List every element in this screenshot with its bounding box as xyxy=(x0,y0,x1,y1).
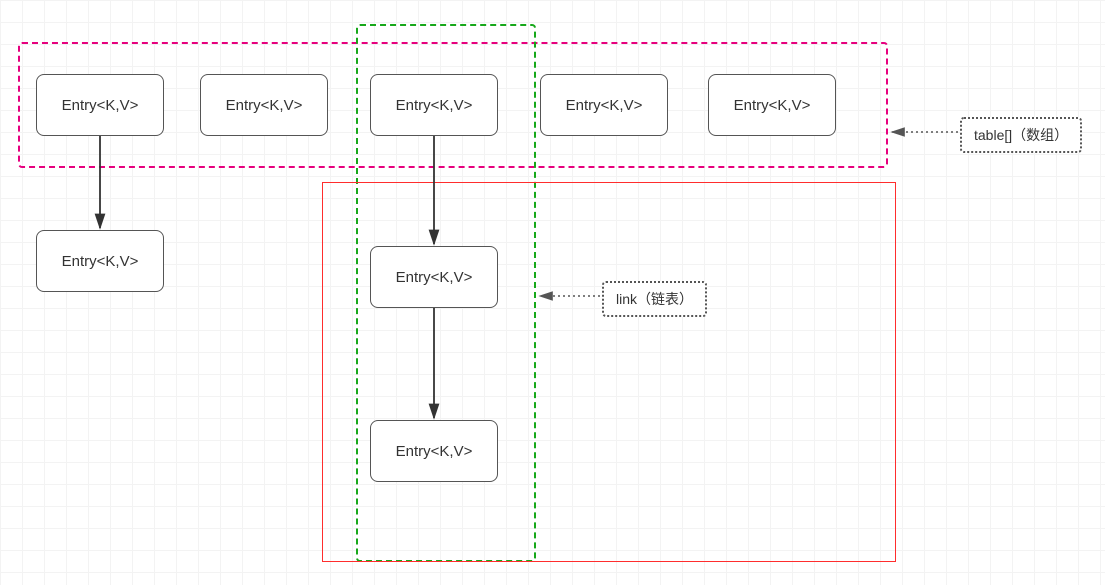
highlight-region xyxy=(322,182,896,562)
entry-node-bucket-1: Entry<K,V> xyxy=(200,74,328,136)
entry-node-chain-mid-1: Entry<K,V> xyxy=(370,246,498,308)
entry-node-chain-mid-2: Entry<K,V> xyxy=(370,420,498,482)
entry-node-bucket-0: Entry<K,V> xyxy=(36,74,164,136)
table-label: table[]（数组） xyxy=(960,117,1082,153)
entry-node-bucket-4: Entry<K,V> xyxy=(708,74,836,136)
entry-node-bucket-2: Entry<K,V> xyxy=(370,74,498,136)
entry-node-bucket-3: Entry<K,V> xyxy=(540,74,668,136)
entry-node-chain-left: Entry<K,V> xyxy=(36,230,164,292)
link-label: link（链表） xyxy=(602,281,707,317)
